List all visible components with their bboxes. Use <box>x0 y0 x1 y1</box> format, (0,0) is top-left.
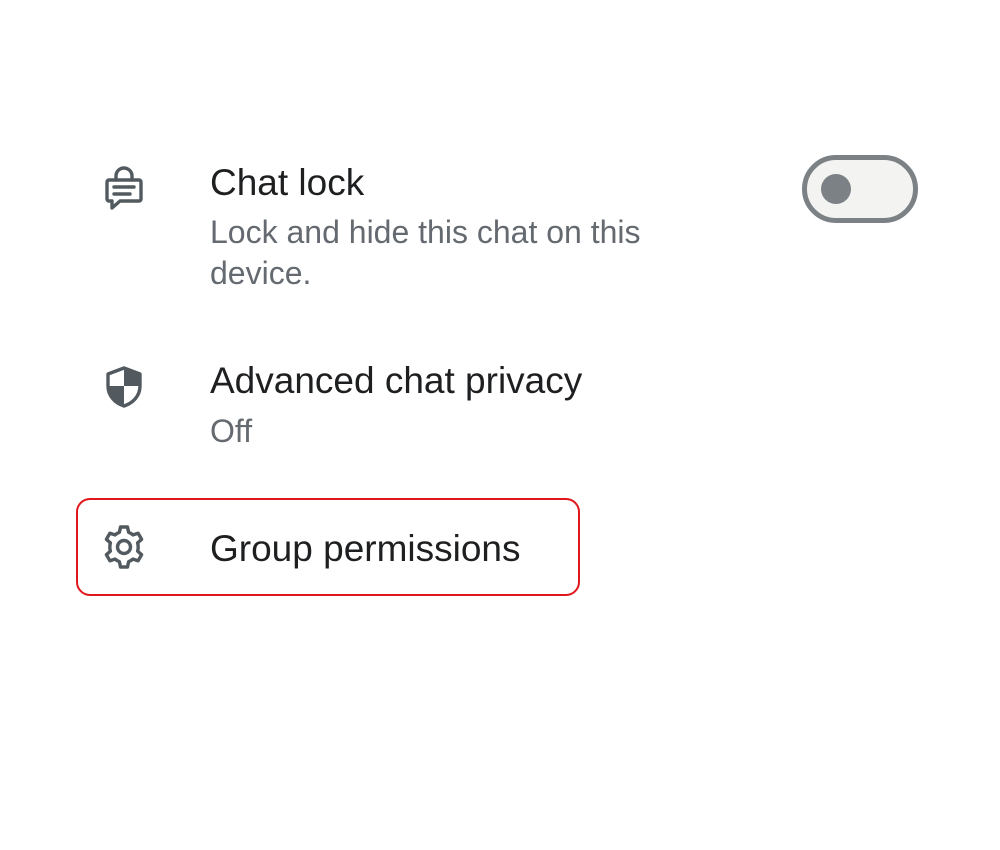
group-permissions-row[interactable]: Group permissions <box>76 498 580 596</box>
toggle-knob <box>821 174 851 204</box>
chat-lock-icon <box>100 165 148 213</box>
chat-lock-subtitle: Lock and hide this chat on this device. <box>210 214 641 291</box>
chat-lock-toggle[interactable] <box>802 155 918 223</box>
gear-icon <box>100 523 148 571</box>
chat-settings-list: Chat lock Lock and hide this chat on thi… <box>0 0 1000 850</box>
group-permissions-title: Group permissions <box>210 528 521 569</box>
shield-icon <box>100 363 148 411</box>
advanced-chat-privacy-status: Off <box>210 413 253 449</box>
advanced-chat-privacy-title: Advanced chat privacy <box>210 360 583 401</box>
chat-lock-row[interactable]: Chat lock Lock and hide this chat on thi… <box>0 155 1000 305</box>
chat-lock-title: Chat lock <box>210 162 365 203</box>
advanced-chat-privacy-row[interactable]: Advanced chat privacy Off <box>0 355 1000 465</box>
